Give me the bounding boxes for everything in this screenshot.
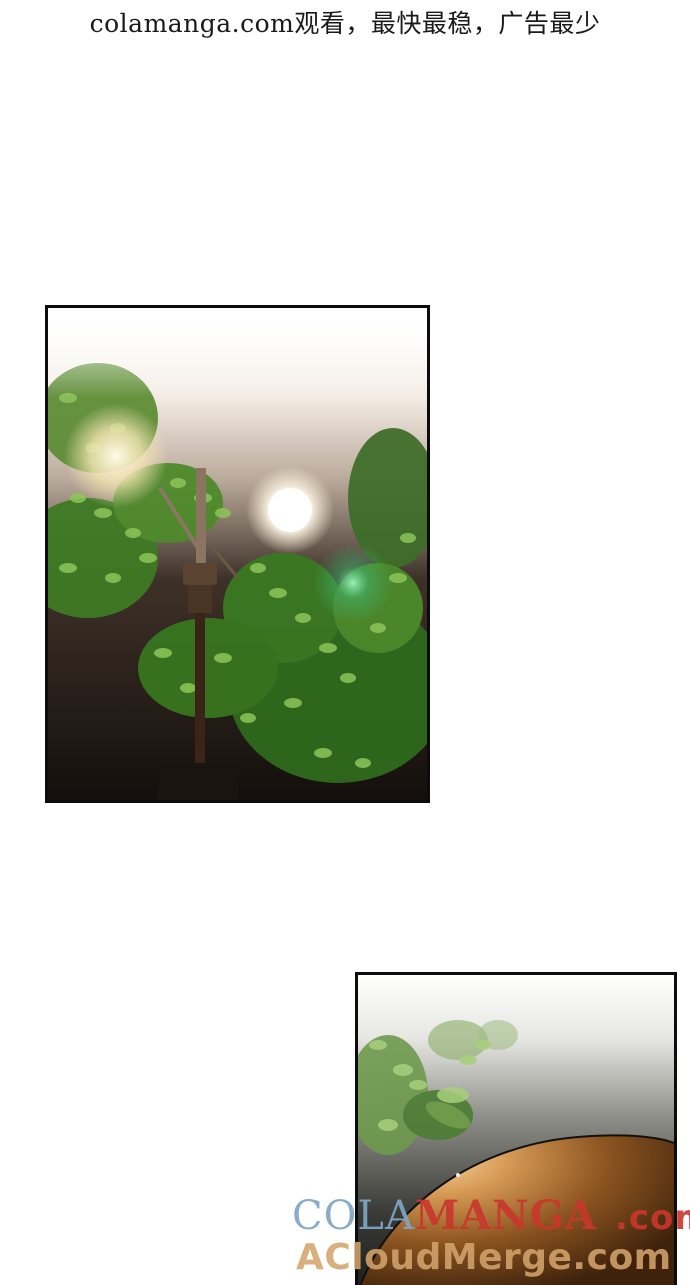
street-lamp-illustration xyxy=(48,308,427,800)
orange-orb-illustration xyxy=(358,975,674,1285)
site-banner-text: colamanga.com观看，最快最稳，广告最少 xyxy=(89,9,601,38)
comic-panel-street-lamp xyxy=(45,305,430,803)
comic-page: colamanga.com观看，最快最稳，广告最少 COLAMANGA .co … xyxy=(0,0,690,1285)
comic-panel-orange-orb xyxy=(355,972,677,1285)
